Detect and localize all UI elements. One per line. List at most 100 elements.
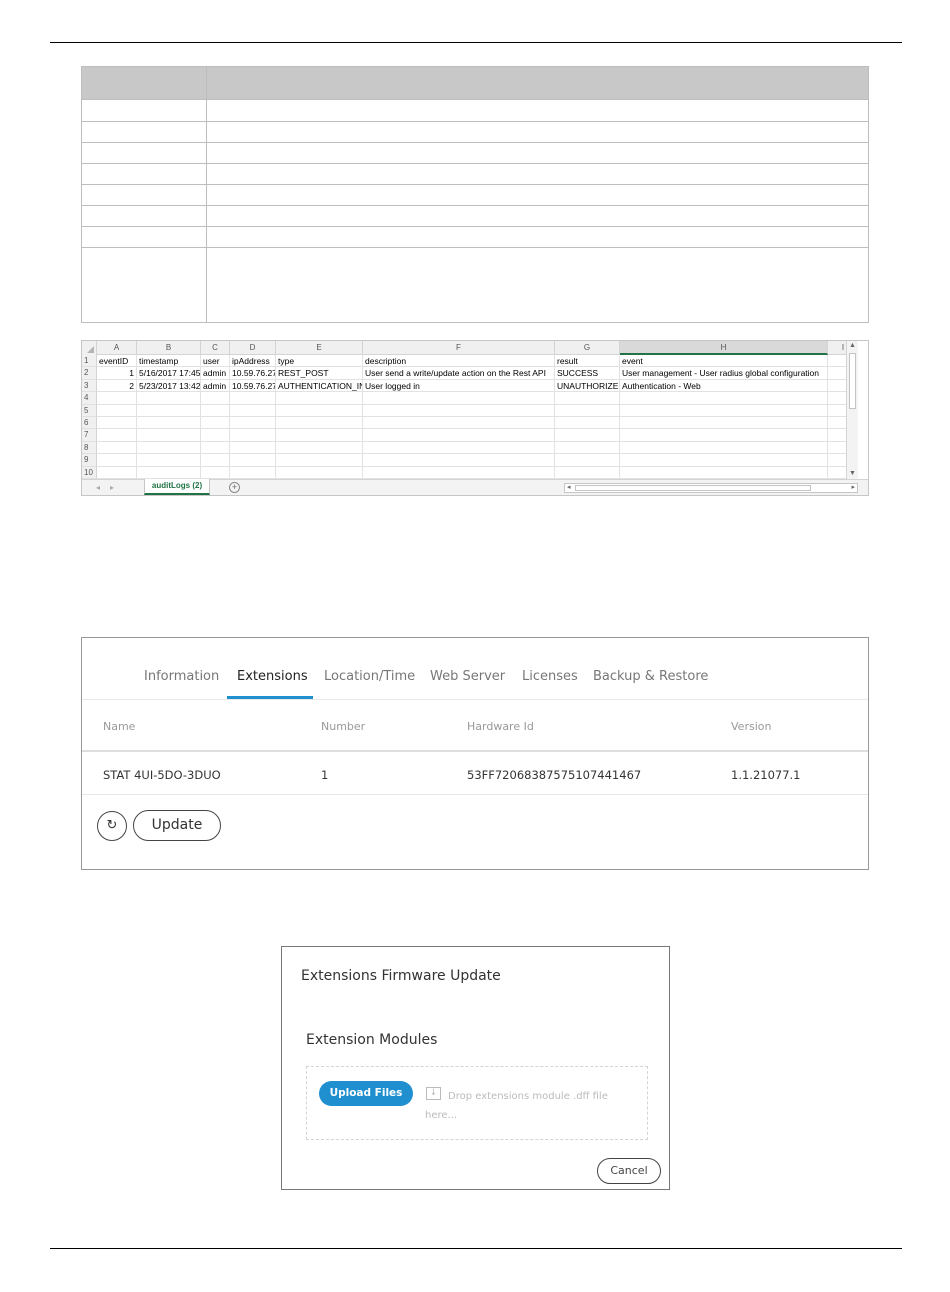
spreadsheet-cell[interactable] [620, 441, 828, 455]
column-header-f[interactable]: F [363, 341, 555, 355]
spreadsheet-cell[interactable] [555, 392, 620, 405]
spreadsheet-cell[interactable] [276, 441, 363, 455]
spreadsheet-cell[interactable]: User management - User radius global con… [620, 367, 828, 380]
spreadsheet-cell[interactable] [201, 417, 230, 430]
sheet-nav-arrows-icon[interactable]: ◂▸ [96, 483, 124, 492]
spreadsheet-cell[interactable] [276, 454, 363, 467]
spreadsheet-cell[interactable] [276, 404, 363, 417]
tab-backup-restore[interactable]: Backup & Restore [593, 669, 708, 684]
refresh-button[interactable]: ↻ [97, 811, 127, 841]
tab-location-time[interactable]: Location/Time [324, 669, 415, 684]
row-number[interactable]: 2 [82, 367, 97, 380]
spreadsheet-cell[interactable] [276, 392, 363, 405]
spreadsheet-cell[interactable] [201, 466, 230, 479]
file-dropzone[interactable]: Upload Files Drop extensions module .dff… [306, 1066, 648, 1140]
spreadsheet-cell[interactable] [363, 417, 555, 430]
update-button[interactable]: Update [133, 810, 221, 841]
spreadsheet-cell[interactable] [201, 454, 230, 467]
table-row[interactable]: STAT 4UI-5DO-3DUO 1 53FF7206838757510744… [82, 752, 868, 795]
spreadsheet-cell[interactable] [137, 466, 201, 479]
spreadsheet-cell[interactable]: REST_POST [276, 367, 363, 380]
spreadsheet-cell[interactable] [97, 441, 137, 455]
spreadsheet-cell[interactable] [97, 454, 137, 467]
spreadsheet-cell[interactable]: User send a write/update action on the R… [363, 367, 555, 380]
spreadsheet-cell[interactable] [620, 404, 828, 417]
vertical-scrollbar[interactable]: ▲ ▼ [846, 341, 858, 479]
spreadsheet-cell[interactable] [555, 417, 620, 430]
spreadsheet-cell[interactable]: AUTHENTICATION_IN [276, 379, 363, 393]
spreadsheet-cell[interactable]: 5/16/2017 17:45 [137, 367, 201, 380]
spreadsheet-cell[interactable]: 5/23/2017 13:42 [137, 379, 201, 393]
upload-files-button[interactable]: Upload Files [319, 1081, 413, 1106]
spreadsheet-cell[interactable] [137, 392, 201, 405]
spreadsheet-cell[interactable] [97, 466, 137, 479]
scroll-left-icon[interactable]: ◂ [567, 483, 571, 491]
spreadsheet-cell[interactable]: admin [201, 367, 230, 380]
spreadsheet-cell[interactable] [201, 404, 230, 417]
spreadsheet-cell[interactable]: 1 [97, 367, 137, 380]
spreadsheet-cell[interactable] [555, 466, 620, 479]
row-number[interactable]: 7 [82, 429, 97, 442]
spreadsheet-cell[interactable] [230, 454, 276, 467]
spreadsheet-cell[interactable] [555, 454, 620, 467]
spreadsheet-cell[interactable]: 10.59.76.27 [230, 379, 276, 393]
spreadsheet-cell[interactable] [555, 441, 620, 455]
spreadsheet-cell[interactable] [620, 466, 828, 479]
column-header-c[interactable]: C [201, 341, 230, 355]
spreadsheet-cell[interactable]: event [620, 355, 828, 368]
spreadsheet-cell[interactable]: result [555, 355, 620, 368]
scroll-right-icon[interactable]: ▸ [851, 483, 855, 491]
spreadsheet-cell[interactable] [230, 466, 276, 479]
spreadsheet-cell[interactable]: UNAUTHORIZED [555, 379, 620, 393]
spreadsheet-cell[interactable] [97, 417, 137, 430]
spreadsheet-cell[interactable] [555, 404, 620, 417]
spreadsheet-cell[interactable] [363, 466, 555, 479]
tab-web-server[interactable]: Web Server [430, 669, 505, 684]
spreadsheet-cell[interactable]: type [276, 355, 363, 368]
spreadsheet-cell[interactable] [620, 429, 828, 442]
spreadsheet-cell[interactable] [97, 392, 137, 405]
spreadsheet-cell[interactable] [276, 429, 363, 442]
row-number[interactable]: 6 [82, 417, 97, 430]
tab-licenses[interactable]: Licenses [522, 669, 578, 684]
column-header-a[interactable]: A [97, 341, 137, 355]
spreadsheet-cell[interactable] [363, 392, 555, 405]
spreadsheet-cell[interactable] [363, 429, 555, 442]
sheet-tab-auditlogs[interactable]: auditLogs (2) [144, 479, 210, 495]
spreadsheet-cell[interactable] [363, 404, 555, 417]
spreadsheet-cell[interactable] [230, 417, 276, 430]
spreadsheet-cell[interactable]: eventID [97, 355, 137, 368]
scroll-thumb[interactable] [849, 353, 856, 409]
spreadsheet-cell[interactable] [137, 454, 201, 467]
spreadsheet-cell[interactable]: Authentication - Web [620, 379, 828, 393]
column-header-b[interactable]: B [137, 341, 201, 355]
row-number[interactable]: 4 [82, 392, 97, 405]
spreadsheet-cell[interactable] [276, 466, 363, 479]
column-header-d[interactable]: D [230, 341, 276, 355]
spreadsheet-cell[interactable] [276, 417, 363, 430]
scroll-down-icon[interactable]: ▼ [847, 469, 858, 479]
spreadsheet-cell[interactable] [230, 392, 276, 405]
row-number[interactable]: 10 [82, 466, 97, 479]
column-header-h[interactable]: H [620, 341, 828, 355]
spreadsheet-cell[interactable] [137, 404, 201, 417]
spreadsheet-cell[interactable]: admin [201, 379, 230, 393]
spreadsheet-cell[interactable] [137, 441, 201, 455]
select-all-corner[interactable] [82, 341, 97, 355]
column-header-g[interactable]: G [555, 341, 620, 355]
spreadsheet-cell[interactable] [363, 441, 555, 455]
spreadsheet-cell[interactable] [201, 392, 230, 405]
cancel-button[interactable]: Cancel [597, 1158, 661, 1184]
spreadsheet-cell[interactable]: User logged in [363, 379, 555, 393]
scroll-up-icon[interactable]: ▲ [847, 341, 858, 351]
spreadsheet-cell[interactable] [555, 429, 620, 442]
spreadsheet-cell[interactable]: 2 [97, 379, 137, 393]
tab-extensions[interactable]: Extensions [237, 669, 308, 684]
spreadsheet-cell[interactable] [230, 441, 276, 455]
spreadsheet-cell[interactable]: ipAddress [230, 355, 276, 368]
spreadsheet-cell[interactable] [97, 429, 137, 442]
row-number[interactable]: 8 [82, 441, 97, 455]
spreadsheet-cell[interactable] [97, 404, 137, 417]
spreadsheet-cell[interactable]: SUCCESS [555, 367, 620, 380]
scroll-thumb[interactable] [575, 485, 811, 491]
